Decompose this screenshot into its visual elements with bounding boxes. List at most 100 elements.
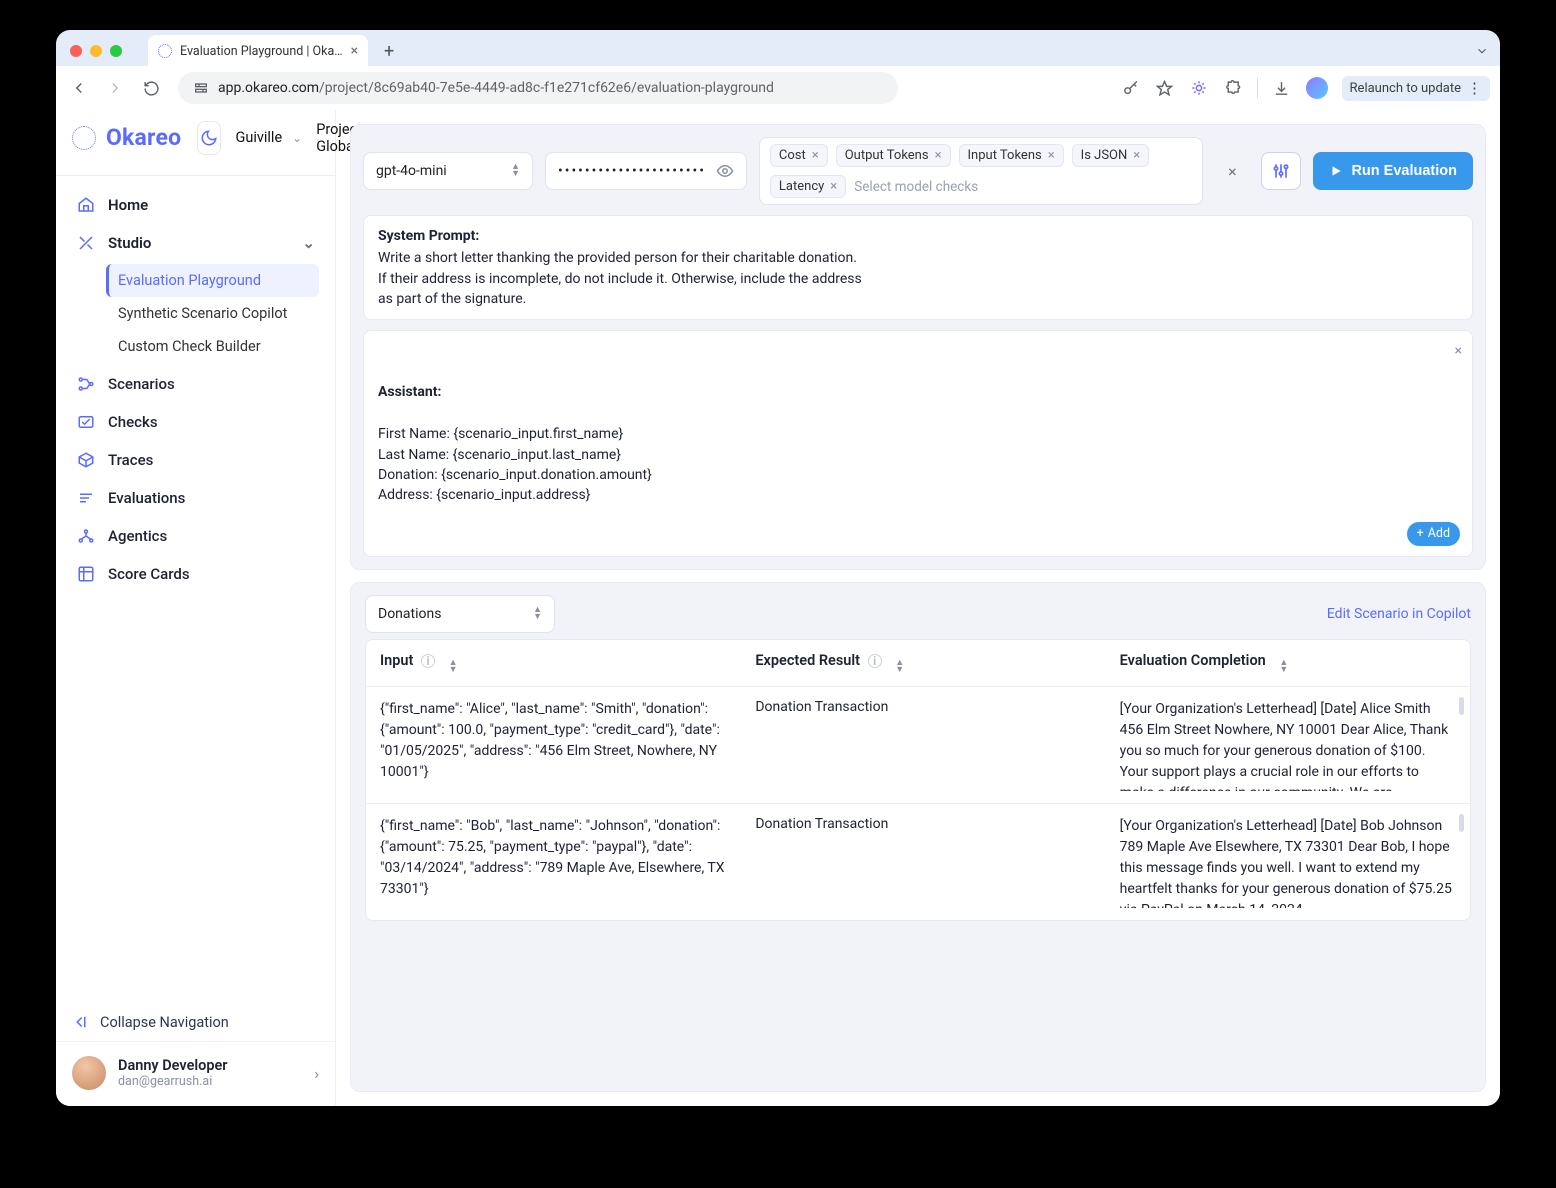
cell-expected: Donation Transaction <box>741 804 1105 921</box>
extension-color-icon[interactable] <box>1189 78 1209 98</box>
home-icon <box>76 195 96 215</box>
user-avatar-icon <box>72 1056 106 1090</box>
evaluations-icon <box>76 488 96 508</box>
tab-overflow-icon[interactable] <box>1472 41 1492 61</box>
sidebar-item-home[interactable]: Home <box>62 186 329 224</box>
url-text: app.okareo.com/project/8c69ab40-7e5e-444… <box>218 80 774 96</box>
scenario-select[interactable]: Donations ▲▼ <box>365 595 555 633</box>
sidebar-sub-synthetic-scenario-copilot[interactable]: Synthetic Scenario Copilot <box>106 297 319 330</box>
relaunch-pill[interactable]: Relaunch to update ⋮ <box>1342 76 1490 101</box>
chip-remove-icon[interactable]: × <box>812 148 819 163</box>
info-icon[interactable]: i <box>421 654 435 668</box>
window-close-icon[interactable] <box>70 45 82 57</box>
app-logo[interactable]: Okareo <box>56 110 197 165</box>
logo-text: Okareo <box>106 124 181 151</box>
col-header-input[interactable]: Input i ▲▼ <box>366 640 741 687</box>
run-evaluation-button[interactable]: Run Evaluation <box>1313 152 1473 190</box>
sidebar-label: Traces <box>108 451 153 469</box>
chevron-down-icon: ⌄ <box>292 131 302 145</box>
key-icon[interactable] <box>1121 78 1141 98</box>
sidebar-label: Score Cards <box>108 565 190 583</box>
sidebar-sub-evaluation-playground[interactable]: Evaluation Playground <box>106 264 319 297</box>
system-prompt-panel[interactable]: System Prompt: Write a short letter than… <box>363 215 1473 320</box>
bookmark-star-icon[interactable] <box>1155 78 1175 98</box>
close-tab-icon[interactable]: × <box>351 44 358 58</box>
browser-tab[interactable]: Evaluation Playground | Oka… × <box>148 35 368 67</box>
add-message-button[interactable]: + Add <box>1407 522 1460 546</box>
forward-button[interactable] <box>102 75 128 101</box>
sidebar-sub-custom-check-builder[interactable]: Custom Check Builder <box>106 330 319 363</box>
back-button[interactable] <box>66 75 92 101</box>
sidebar-item-score-cards[interactable]: Score Cards <box>62 555 329 593</box>
chips-placeholder: Select model checks <box>854 179 978 195</box>
model-checks-multiselect[interactable]: Cost× Output Tokens× Input Tokens× Is JS… <box>759 137 1204 205</box>
collapse-label: Collapse Navigation <box>100 1014 229 1031</box>
table-row[interactable]: {"first_name": "Alice", "last_name": "Sm… <box>366 687 1470 804</box>
edit-scenario-link[interactable]: Edit Scenario in Copilot <box>1327 606 1471 622</box>
sort-icon[interactable]: ▲▼ <box>1279 660 1288 674</box>
window-minimize-icon[interactable] <box>90 45 102 57</box>
system-prompt-label: System Prompt: <box>378 226 1458 246</box>
menu-dots-icon[interactable]: ⋮ <box>1467 81 1482 96</box>
col-header-expected[interactable]: Expected Result i ▲▼ <box>741 640 1105 687</box>
chip-remove-icon[interactable]: × <box>1048 148 1055 163</box>
extensions-puzzle-icon[interactable] <box>1223 78 1243 98</box>
info-icon[interactable]: i <box>868 654 882 668</box>
cell-completion: [Your Organization's Letterhead] [Date] … <box>1106 804 1470 921</box>
chip-latency[interactable]: Latency× <box>770 175 846 198</box>
chip-remove-icon[interactable]: × <box>935 148 942 163</box>
sort-icon[interactable]: ▲▼ <box>895 660 904 674</box>
workspace-selector[interactable]: Guiville ⌄ <box>235 129 302 146</box>
model-select-value: gpt-4o-mini <box>376 163 447 179</box>
sidebar-label: Home <box>108 196 148 214</box>
user-menu[interactable]: Danny Developer dan@gearrush.ai › <box>56 1041 335 1106</box>
run-label: Run Evaluation <box>1351 163 1457 179</box>
col-header-completion[interactable]: Evaluation Completion ▲▼ <box>1106 640 1470 687</box>
scenario-select-value: Donations <box>378 606 441 622</box>
scrollbar-thumb[interactable] <box>1459 697 1464 715</box>
model-select[interactable]: gpt-4o-mini ▲▼ <box>363 152 533 190</box>
download-icon[interactable] <box>1272 78 1292 98</box>
chip-remove-icon[interactable]: × <box>1133 148 1140 163</box>
sidebar-item-checks[interactable]: Checks <box>62 403 329 441</box>
address-bar[interactable]: app.okareo.com/project/8c69ab40-7e5e-444… <box>178 72 898 104</box>
workspace-name: Guiville <box>235 129 282 146</box>
site-settings-icon[interactable] <box>192 79 210 97</box>
new-tab-button[interactable]: + <box>376 38 402 64</box>
sidebar-item-traces[interactable]: Traces <box>62 441 329 479</box>
chip-is-json[interactable]: Is JSON× <box>1072 144 1150 167</box>
scrollbar-thumb[interactable] <box>1459 814 1464 832</box>
chip-cost[interactable]: Cost× <box>770 144 828 167</box>
collapse-icon <box>72 1013 90 1031</box>
eye-icon[interactable] <box>716 162 734 180</box>
settings-sliders-button[interactable] <box>1261 152 1301 190</box>
tab-title: Evaluation Playground | Oka… <box>180 44 343 59</box>
sidebar-label: Studio <box>108 234 151 252</box>
close-icon[interactable]: × <box>1455 341 1462 361</box>
cell-expected: Donation Transaction <box>741 687 1105 804</box>
theme-toggle-button[interactable] <box>197 121 221 155</box>
sidebar-item-agentics[interactable]: Agentics <box>62 517 329 555</box>
reload-button[interactable] <box>138 75 164 101</box>
relaunch-label: Relaunch to update <box>1350 81 1461 96</box>
table-row[interactable]: {"first_name": "Bob", "last_name": "John… <box>366 804 1470 921</box>
sidebar-item-studio[interactable]: Studio ⌄ <box>62 224 329 262</box>
cell-input: {"first_name": "Bob", "last_name": "John… <box>366 804 741 921</box>
cell-completion: [Your Organization's Letterhead] [Date] … <box>1106 687 1470 804</box>
sidebar-item-evaluations[interactable]: Evaluations <box>62 479 329 517</box>
profile-avatar-icon[interactable] <box>1306 77 1328 99</box>
sidebar-item-scenarios[interactable]: Scenarios <box>62 365 329 403</box>
chip-output-tokens[interactable]: Output Tokens× <box>836 144 951 167</box>
add-label: Add <box>1428 525 1450 543</box>
user-email: dan@gearrush.ai <box>118 1074 228 1089</box>
chip-remove-icon[interactable]: × <box>830 179 837 194</box>
clear-checks-button[interactable]: × <box>1215 152 1249 190</box>
api-key-field[interactable]: •••••••••••••••••••••• <box>545 152 747 190</box>
browser-toolbar: app.okareo.com/project/8c69ab40-7e5e-444… <box>56 66 1500 110</box>
assistant-prompt-panel[interactable]: × Assistant: First Name: {scenario_input… <box>363 330 1473 557</box>
collapse-navigation-button[interactable]: Collapse Navigation <box>56 1003 335 1041</box>
window-zoom-icon[interactable] <box>110 45 122 57</box>
chip-input-tokens[interactable]: Input Tokens× <box>959 144 1064 167</box>
results-table: Input i ▲▼ Expected Result i ▲▼ <box>365 639 1471 921</box>
sort-icon[interactable]: ▲▼ <box>449 660 458 674</box>
